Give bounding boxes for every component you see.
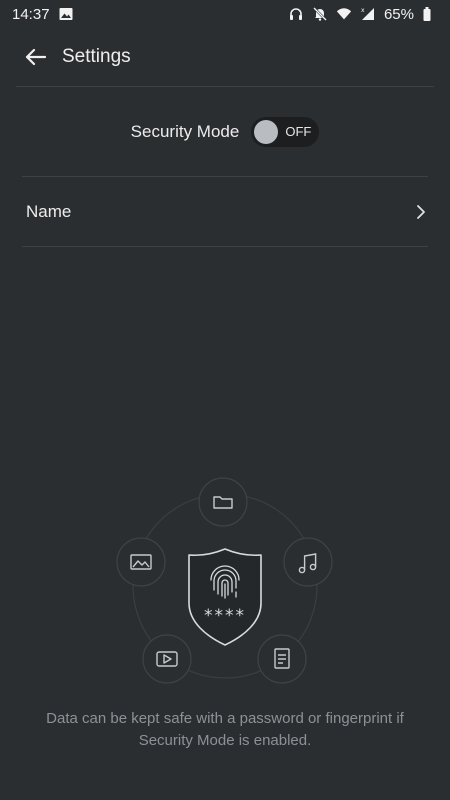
- header-divider: [16, 86, 434, 87]
- security-illustration: ****: [116, 477, 333, 684]
- fingerprint-shield-icon: ****: [188, 548, 262, 646]
- chevron-right-icon: [417, 205, 425, 219]
- security-caption: Data can be kept safe with a password or…: [46, 710, 404, 749]
- battery-percent: 65%: [383, 5, 414, 23]
- image-orbit: [116, 537, 166, 587]
- toggle-state-label: OFF: [285, 124, 312, 139]
- image-icon: [58, 6, 74, 22]
- page-title: Settings: [62, 46, 131, 67]
- status-bar-right: x 65%: [288, 6, 438, 23]
- security-mode-label: Security Mode: [130, 122, 240, 141]
- app-bar: Settings: [0, 28, 450, 86]
- signal-icon: x: [360, 6, 376, 22]
- security-mode-row: Security Mode OFF: [0, 112, 450, 152]
- document-orbit: [257, 634, 307, 684]
- music-orbit: [283, 537, 333, 587]
- name-divider: [22, 246, 428, 247]
- status-time: 14:37: [12, 5, 50, 23]
- security-divider: [22, 176, 428, 177]
- status-bar: 14:37 x 65%: [0, 0, 450, 28]
- back-button[interactable]: [24, 45, 48, 69]
- folder-orbit: [198, 477, 248, 527]
- wifi-icon: [336, 6, 352, 22]
- bell-off-icon: [312, 6, 328, 22]
- name-setting-row[interactable]: Name: [22, 178, 428, 246]
- headset-icon: [288, 6, 304, 22]
- battery-icon: [422, 6, 438, 22]
- status-bar-left: 14:37: [12, 6, 74, 23]
- video-orbit: [142, 634, 192, 684]
- svg-text:x: x: [361, 7, 365, 14]
- security-mode-toggle[interactable]: OFF: [251, 117, 320, 147]
- toggle-knob: [254, 120, 279, 144]
- arrow-left-icon: [25, 48, 46, 66]
- name-label: Name: [26, 202, 72, 221]
- shield-password-text: ****: [204, 606, 246, 626]
